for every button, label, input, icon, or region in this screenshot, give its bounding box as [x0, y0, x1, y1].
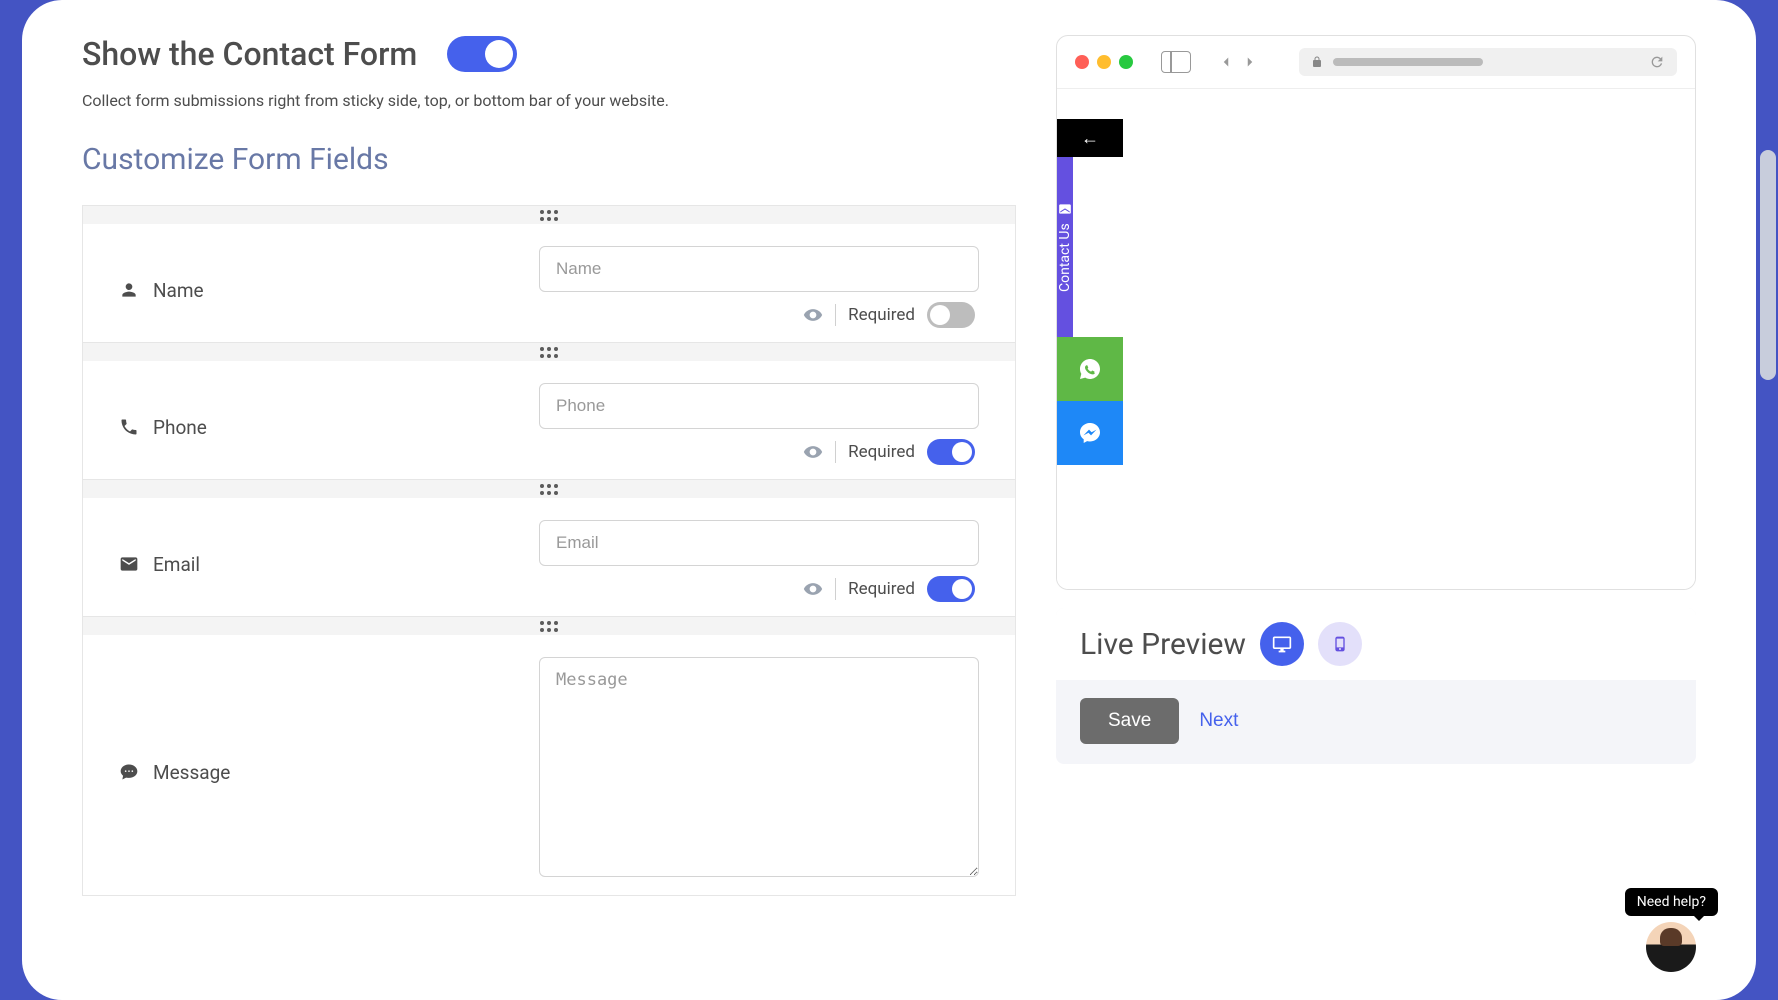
required-toggle-name[interactable]	[927, 302, 975, 328]
required-label: Required	[848, 579, 915, 599]
field-block-name: Name Required	[82, 205, 1016, 342]
chat-icon	[119, 762, 139, 782]
page-subtext: Collect form submissions right from stic…	[82, 91, 1016, 110]
sticky-contact-label: Contact Us	[1057, 224, 1073, 293]
visibility-icon[interactable]	[803, 305, 823, 325]
divider	[835, 578, 836, 600]
mobile-icon	[1332, 636, 1348, 652]
phone-icon	[119, 417, 139, 437]
required-toggle-email[interactable]	[927, 576, 975, 602]
show-form-toggle[interactable]	[447, 36, 517, 72]
help-widget[interactable]: Need help?	[1625, 888, 1718, 972]
required-label: Required	[848, 305, 915, 325]
chevron-left-icon	[1217, 53, 1235, 71]
sticky-whatsapp[interactable]	[1057, 337, 1123, 401]
sticky-sidebar: ← Contact Us	[1057, 119, 1123, 465]
field-label: Name	[119, 246, 509, 328]
field-label-text: Message	[153, 761, 230, 784]
help-tooltip: Need help?	[1625, 888, 1718, 916]
preview-browser: ← Contact Us	[1056, 35, 1696, 590]
field-block-phone: Phone Required	[82, 342, 1016, 479]
sidebar-icon	[1161, 51, 1191, 73]
refresh-icon	[1649, 54, 1665, 70]
desktop-preview-button[interactable]	[1260, 622, 1304, 666]
visibility-icon[interactable]	[803, 579, 823, 599]
mobile-preview-button[interactable]	[1318, 622, 1362, 666]
mail-icon	[119, 554, 139, 574]
url-bar	[1299, 48, 1677, 76]
person-icon	[119, 280, 139, 300]
section-title: Customize Form Fields	[82, 142, 1016, 177]
phone-input[interactable]	[539, 383, 979, 429]
message-textarea[interactable]	[539, 657, 979, 877]
mail-icon	[1058, 202, 1072, 216]
field-label: Phone	[119, 383, 509, 465]
drag-handle[interactable]	[83, 343, 1015, 361]
chevron-right-icon	[1241, 53, 1259, 71]
desktop-icon	[1272, 634, 1292, 654]
whatsapp-icon	[1078, 357, 1102, 381]
field-block-message: Message	[82, 616, 1016, 896]
drag-handle[interactable]	[83, 480, 1015, 498]
preview-controls: Live Preview Save Next	[1056, 608, 1696, 764]
field-block-email: Email Required	[82, 479, 1016, 616]
arrow-left-icon: ←	[1081, 128, 1099, 149]
visibility-icon[interactable]	[803, 442, 823, 462]
support-avatar	[1646, 922, 1696, 972]
field-label-text: Phone	[153, 416, 207, 439]
divider	[835, 304, 836, 326]
sticky-contact-tab[interactable]: Contact Us	[1057, 157, 1073, 337]
url-placeholder	[1333, 58, 1483, 66]
close-dot-icon	[1075, 55, 1089, 69]
required-label: Required	[848, 442, 915, 462]
live-preview-title: Live Preview	[1080, 627, 1246, 662]
lock-icon	[1311, 56, 1323, 68]
drag-handle[interactable]	[83, 206, 1015, 224]
minimize-dot-icon	[1097, 55, 1111, 69]
required-toggle-phone[interactable]	[927, 439, 975, 465]
email-input[interactable]	[539, 520, 979, 566]
field-label: Email	[119, 520, 509, 602]
field-label: Message	[119, 657, 509, 881]
messenger-icon	[1078, 421, 1102, 445]
traffic-lights	[1075, 55, 1133, 69]
browser-bar	[1057, 36, 1695, 89]
divider	[835, 441, 836, 463]
maximize-dot-icon	[1119, 55, 1133, 69]
scrollbar[interactable]	[1760, 150, 1776, 380]
name-input[interactable]	[539, 246, 979, 292]
sticky-collapse[interactable]: ←	[1057, 119, 1123, 157]
field-label-text: Email	[153, 553, 200, 576]
preview-canvas: ← Contact Us	[1057, 89, 1695, 589]
page-title: Show the Contact Form	[82, 35, 417, 73]
sticky-messenger[interactable]	[1057, 401, 1123, 465]
save-button[interactable]: Save	[1080, 698, 1179, 744]
next-button[interactable]: Next	[1199, 710, 1238, 732]
drag-handle[interactable]	[83, 617, 1015, 635]
field-label-text: Name	[153, 279, 204, 302]
